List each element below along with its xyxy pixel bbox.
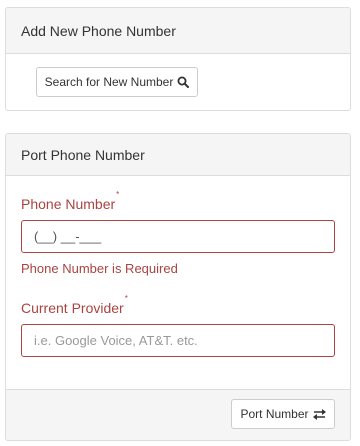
phone-number-label-text: Phone Number <box>21 196 116 212</box>
phone-number-input[interactable] <box>21 220 335 253</box>
phone-number-error-text: Phone Number is Required <box>21 261 178 276</box>
phone-number-label: Phone Number* <box>21 190 119 212</box>
current-provider-label-text: Current Provider <box>21 300 124 316</box>
search-new-number-button[interactable]: Search for New Number <box>36 67 198 97</box>
current-provider-label: Current Provider* <box>21 294 128 316</box>
add-number-panel: Add New Phone Number Search for New Numb… <box>5 7 351 111</box>
phone-number-required-mark: * <box>116 190 120 200</box>
port-number-panel-body: Phone Number* Phone Number is Required C… <box>6 176 350 389</box>
current-provider-required-mark: * <box>124 294 128 304</box>
transfer-arrows-icon <box>312 408 326 420</box>
port-number-panel-title: Port Phone Number <box>6 134 350 176</box>
search-button-label: Search for New Number <box>44 75 174 89</box>
add-number-panel-body: Search for New Number <box>6 54 350 110</box>
current-provider-input[interactable] <box>21 324 335 357</box>
port-button-label: Port Number <box>240 407 309 421</box>
port-number-button[interactable]: Port Number <box>231 399 335 429</box>
add-number-panel-title: Add New Phone Number <box>6 8 350 54</box>
search-icon <box>177 76 190 88</box>
port-number-panel: Port Phone Number Phone Number* Phone Nu… <box>5 133 351 441</box>
port-number-panel-footer: Port Number <box>6 389 350 440</box>
